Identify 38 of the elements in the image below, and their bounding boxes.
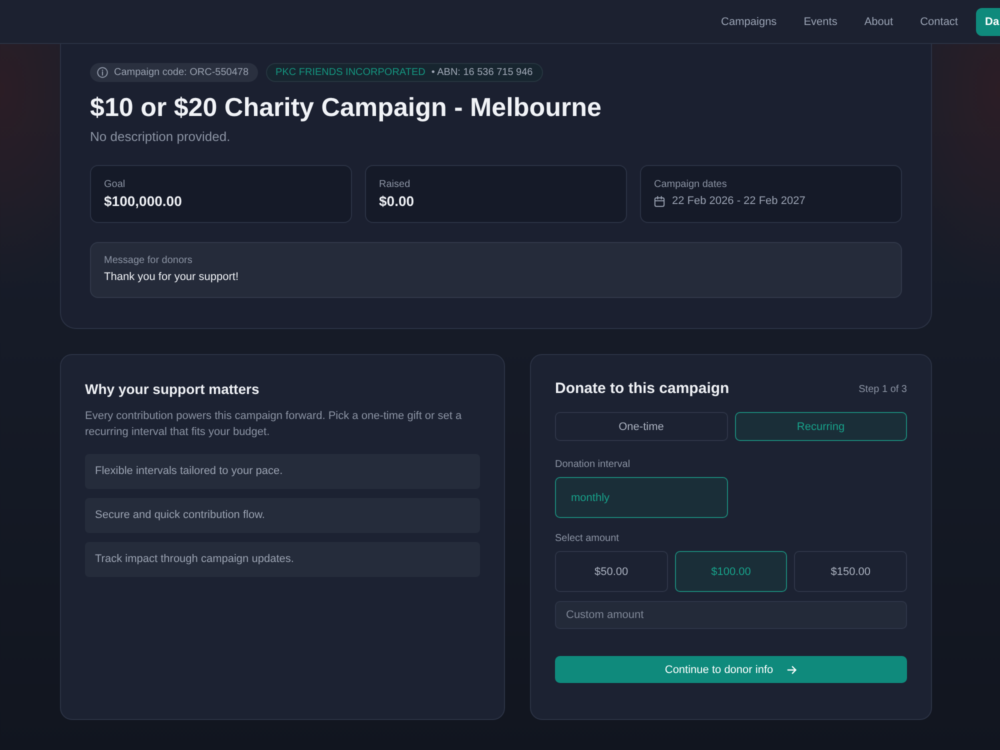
- message-label: Message for donors: [104, 255, 194, 267]
- date-range-text: 22 Feb 2026 - 22 Feb 2027: [672, 195, 806, 207]
- benefit-item: Flexible intervals tailored to your pace.: [85, 454, 480, 489]
- interval-option[interactable]: monthly: [555, 477, 728, 518]
- nav-link[interactable]: Campaigns: [721, 16, 777, 28]
- abn-text: • ABN: 16 536 715 946: [431, 67, 533, 78]
- custom-amount-field[interactable]: Custom amount: [555, 601, 907, 629]
- nav-link[interactable]: Events: [804, 16, 838, 28]
- stat-label: Campaign dates: [654, 179, 728, 191]
- arrow-right-icon: [787, 664, 798, 674]
- amount-option[interactable]: $150.00: [794, 551, 907, 592]
- benefit-item: Secure and quick contribution flow.: [85, 498, 480, 533]
- campaign-code-text: Campaign code: ORC-550478: [114, 67, 249, 78]
- nav-link[interactable]: About: [864, 16, 894, 28]
- stat-value: $0.00: [379, 192, 416, 210]
- support-paragraph: Every contribution powers this campaign forward. Pick a one-time gift or set a recurring interval that fits your budget.: [85, 409, 463, 440]
- campaign-title: $10 or $20 Charity Campaign - Melbourne: [90, 91, 602, 124]
- continue-button[interactable]: Continue to donor info: [555, 656, 907, 683]
- calendar-icon: [654, 196, 665, 206]
- amount-option[interactable]: $100.00: [674, 551, 788, 592]
- nav-cta-button[interactable]: Da: [976, 8, 1000, 36]
- benefit-item: Track impact through campaign updates.: [85, 542, 480, 577]
- step-indicator: Step 1 of 3: [858, 384, 907, 394]
- donation-type-tab[interactable]: Recurring: [734, 412, 907, 441]
- stat-label: Goal: [104, 179, 126, 191]
- donate-title: Donate to this campaign: [555, 379, 730, 399]
- amount-label: Select amount: [555, 533, 620, 545]
- stat-label: Raised: [379, 179, 412, 191]
- info-icon: [97, 67, 108, 78]
- support-title: Why your support matters: [85, 380, 260, 399]
- stat-value: $100,000.00: [104, 192, 183, 210]
- amount-option[interactable]: $50.00: [555, 551, 668, 592]
- donation-type-tab[interactable]: One-time: [555, 412, 728, 441]
- organization-name: PKC FRIENDS INCORPORATED: [276, 67, 426, 78]
- interval-label: Donation interval: [555, 459, 632, 471]
- nav-link[interactable]: Contact: [920, 16, 958, 28]
- campaign-description: No description provided.: [90, 128, 232, 146]
- message-text: Thank you for your support!: [104, 270, 240, 285]
